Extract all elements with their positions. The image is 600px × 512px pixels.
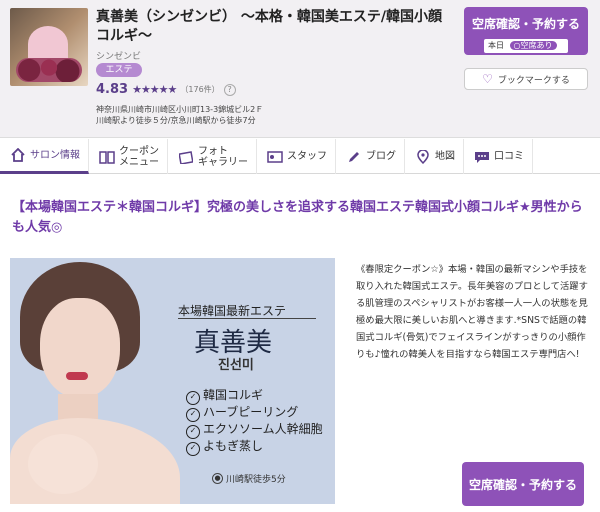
address-line: 神奈川県川崎市川崎区小川町13-3錦城ビル2Ｆ	[96, 105, 264, 114]
tab-map[interactable]: 地図	[405, 139, 464, 174]
promo-menu-item: エクソソーム人幹細胞	[186, 422, 323, 439]
pencil-icon	[346, 149, 362, 165]
tab-staff[interactable]: スタッフ	[257, 139, 336, 174]
bookmark-label: ブックマークする	[497, 75, 570, 86]
salon-header: 真善美（シンゼンビ） ～本格・韓国美エステ/韓国小顔コルギ～ シンゼンビ エステ…	[0, 0, 600, 138]
promo-menu-item: ハーブピーリング	[186, 405, 323, 422]
tab-label: ブログ	[366, 151, 396, 162]
help-icon[interactable]: ?	[223, 83, 236, 96]
model-lips	[66, 372, 88, 380]
catch-copy-heading: 【本場韓国エステ＊韓国コルギ】究極の美しさを追求する韓国エステ韓国式小顔コルギ★…	[12, 200, 583, 235]
review-count[interactable]: （176件）	[180, 84, 219, 95]
tab-salon-info[interactable]: サロン情報	[0, 139, 89, 174]
photo-icon	[178, 149, 194, 165]
salon-thumbnail[interactable]	[10, 8, 88, 86]
model-face	[40, 298, 120, 398]
availability-status: ○空席あり	[509, 41, 557, 50]
salon-address: 神奈川県川崎市川崎区小川町13-3錦城ビル2Ｆ 川崎駅より徒歩５分/京急川崎駅か…	[96, 104, 263, 126]
tab-coupon-menu[interactable]: クーポン メニュー	[89, 139, 168, 174]
chat-icon	[474, 149, 490, 165]
tab-label: 地図	[435, 151, 455, 162]
heart-decoration	[28, 26, 68, 62]
tab-photo-gallery[interactable]: フォト ギャラリー	[168, 139, 257, 174]
model-hand	[28, 434, 98, 494]
map-pin-icon	[415, 149, 431, 165]
availability-indicator: 本日 ○空席あり	[484, 39, 568, 53]
salon-tabs: サロン情報 クーポン メニュー フォト ギャラリー スタッフ ブログ 地図 口コ…	[0, 139, 600, 174]
today-label: 本日	[488, 41, 504, 50]
promo-divider	[178, 318, 316, 319]
bookmark-button[interactable]: ♡ ブックマークする	[464, 68, 588, 90]
salon-name[interactable]: 真善美（シンゼンビ） ～本格・韓国美エステ/韓国小顔コルギ～	[96, 8, 446, 46]
promo-station-text: 川崎駅徒歩5分	[226, 475, 286, 485]
home-icon	[10, 147, 26, 163]
tab-reviews[interactable]: 口コミ	[464, 139, 533, 174]
promo-image[interactable]: 本場韓国最新エステ 真善美 진선미 韓国コルギ ハーブピーリング エクソソーム人…	[10, 258, 335, 504]
reserve-button-top[interactable]: 空席確認・予約する 本日 ○空席あり	[464, 7, 588, 55]
tab-label: 口コミ	[494, 151, 524, 162]
promo-subtitle: 本場韓国最新エステ	[178, 304, 287, 318]
flowers-decoration	[16, 58, 82, 82]
category-badge: エステ	[96, 63, 142, 77]
reserve-button-label: 空席確認・予約する	[471, 17, 580, 31]
access-line: 川崎駅より徒歩５分/京急川崎駅から徒歩7分	[96, 116, 256, 125]
tab-label: フォト ギャラリー	[198, 145, 248, 168]
promo-menu-list: 韓国コルギ ハーブピーリング エクソソーム人幹細胞 よもぎ蒸し	[186, 388, 323, 456]
promo-menu-item: 韓国コルギ	[186, 388, 323, 405]
tab-blog[interactable]: ブログ	[336, 139, 405, 174]
tab-label: スタッフ	[287, 151, 327, 162]
salon-description: 《春限定クーポン☆》本場・韓国の最新マシンや手技を取り入れた韓国式エステ。長年美…	[356, 264, 588, 360]
tab-label: サロン情報	[30, 149, 80, 161]
promo-korean-title: 진선미	[218, 358, 254, 373]
id-card-icon	[267, 149, 283, 165]
salon-kana: シンゼンビ	[96, 52, 142, 62]
tab-label: クーポン メニュー	[119, 145, 159, 168]
rating-value: 4.83	[96, 82, 129, 97]
reserve-button-bottom[interactable]: 空席確認・予約する	[462, 462, 584, 506]
promo-station: ● 川崎駅徒歩5分	[212, 472, 286, 485]
promo-menu-item: よもぎ蒸し	[186, 439, 323, 456]
rating-stars-icon: ★★★★★	[132, 83, 177, 96]
rating-row: 4.83 ★★★★★ （176件） ?	[96, 82, 236, 97]
book-icon	[99, 149, 115, 165]
location-icon: ●	[212, 473, 223, 484]
heart-outline-icon: ♡	[482, 72, 493, 86]
